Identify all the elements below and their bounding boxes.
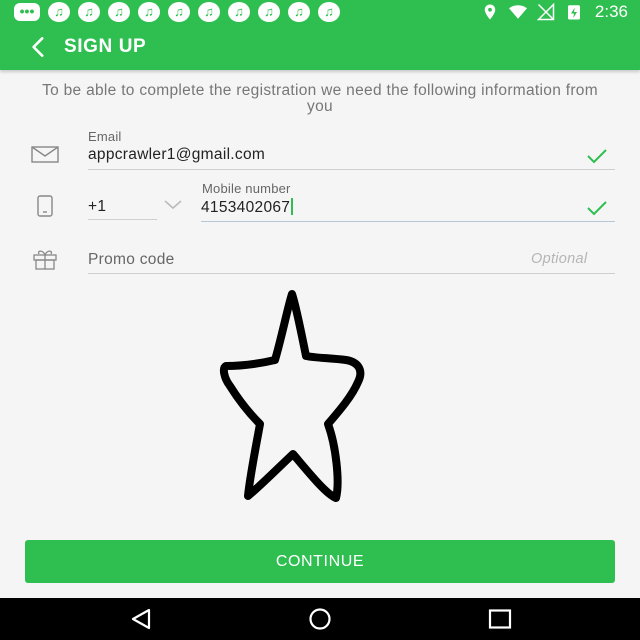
email-field[interactable]: appcrawler1@gmail.com bbox=[88, 146, 265, 164]
location-icon bbox=[484, 4, 496, 20]
music-note-icon: ♫ bbox=[48, 2, 70, 22]
chevron-down-icon[interactable] bbox=[163, 199, 183, 211]
email-label: Email bbox=[88, 129, 122, 144]
music-note-icon: ♫ bbox=[78, 2, 100, 22]
music-note-icon: ♫ bbox=[258, 2, 280, 22]
music-note-icon: ♫ bbox=[168, 2, 190, 22]
country-code-select[interactable]: +1 bbox=[88, 198, 106, 216]
message-icon: ••• bbox=[14, 3, 40, 21]
star-outline-icon bbox=[219, 290, 365, 502]
nav-home-icon[interactable] bbox=[306, 607, 334, 631]
gift-icon bbox=[33, 250, 57, 270]
status-time: 2:36 bbox=[594, 2, 628, 21]
email-underline bbox=[88, 169, 615, 170]
status-bar: ••• ♫ ♫ ♫ ♫ ♫ ♫ ♫ ♫ ♫ ♫ 2:36 bbox=[0, 0, 640, 24]
text-cursor bbox=[291, 198, 294, 215]
check-icon bbox=[587, 149, 607, 164]
mail-icon bbox=[31, 146, 59, 163]
notification-icons: ••• ♫ ♫ ♫ ♫ ♫ ♫ ♫ ♫ ♫ ♫ bbox=[14, 2, 340, 22]
nav-back-icon[interactable] bbox=[127, 607, 155, 631]
navigation-bar bbox=[0, 598, 640, 640]
mobile-number-label: Mobile number bbox=[202, 181, 291, 196]
check-icon bbox=[587, 201, 607, 216]
continue-button[interactable]: CONTINUE bbox=[25, 540, 615, 583]
nav-recents-icon[interactable] bbox=[486, 607, 514, 631]
mobile-number-underline bbox=[201, 221, 615, 222]
promo-optional-hint: Optional bbox=[531, 251, 588, 267]
wifi-icon bbox=[508, 5, 527, 19]
intro-text: To be able to complete the registration … bbox=[42, 82, 598, 115]
phone-icon bbox=[37, 195, 53, 217]
music-note-icon: ♫ bbox=[228, 2, 250, 22]
mobile-number-value: 4153402067 bbox=[201, 199, 291, 216]
promo-code-field[interactable]: Promo code bbox=[88, 251, 175, 269]
promo-underline bbox=[88, 273, 615, 274]
music-note-icon: ♫ bbox=[108, 2, 130, 22]
country-code-underline bbox=[88, 219, 157, 220]
page-title: SIGN UP bbox=[64, 36, 147, 57]
mobile-number-field[interactable]: 4153402067 bbox=[201, 198, 294, 217]
battery-charging-icon bbox=[567, 5, 580, 20]
music-note-icon: ♫ bbox=[138, 2, 160, 22]
music-note-icon: ♫ bbox=[198, 2, 220, 22]
no-signal-icon bbox=[536, 3, 555, 21]
system-icons: 2:36 bbox=[481, 0, 628, 24]
chevron-left-icon[interactable] bbox=[26, 34, 52, 60]
app-bar: SIGN UP bbox=[0, 24, 640, 70]
music-note-icon: ♫ bbox=[318, 2, 340, 22]
music-note-icon: ♫ bbox=[288, 2, 310, 22]
